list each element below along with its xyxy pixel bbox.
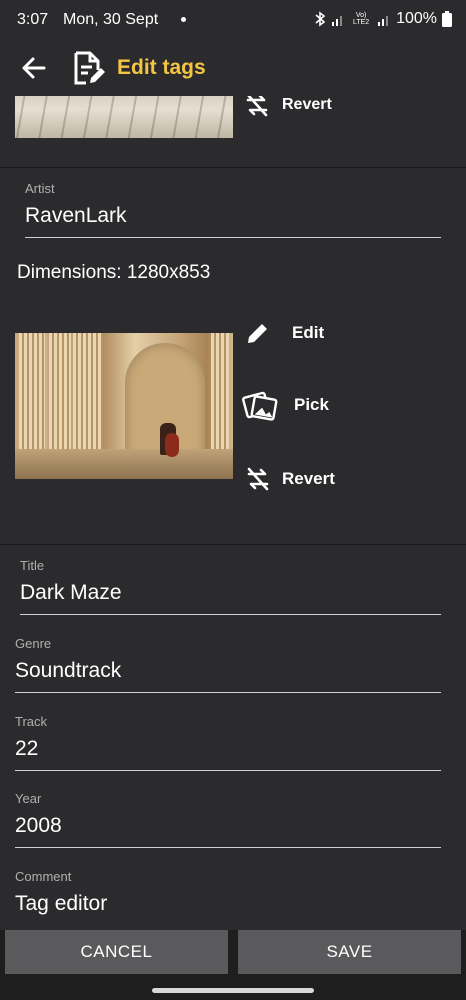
year-field[interactable]: Year 2008 bbox=[15, 791, 441, 838]
title-underline bbox=[20, 614, 441, 615]
comment-input[interactable]: Tag editor bbox=[15, 892, 441, 916]
edit-document-icon bbox=[74, 51, 105, 85]
artist-underline bbox=[25, 237, 441, 238]
year-label: Year bbox=[15, 791, 42, 806]
year-underline bbox=[15, 847, 441, 848]
title-label: Title bbox=[20, 558, 45, 573]
revert-cover-button[interactable]: Revert bbox=[245, 466, 335, 492]
artist-input[interactable]: RavenLark bbox=[25, 204, 441, 228]
back-arrow-icon[interactable] bbox=[20, 54, 48, 82]
image-icon bbox=[242, 391, 278, 421]
track-input[interactable]: 22 bbox=[15, 737, 441, 761]
notification-dot bbox=[181, 17, 186, 22]
revert-icon bbox=[247, 467, 269, 491]
battery-percent: 100% bbox=[396, 10, 437, 27]
dimensions-text: Dimensions: 1280x853 bbox=[17, 262, 211, 283]
edit-cover-label: Edit bbox=[292, 323, 325, 342]
network-label: Vo) LTE2 bbox=[352, 12, 370, 26]
genre-input[interactable]: Soundtrack bbox=[15, 659, 441, 683]
page-title: Edit tags bbox=[117, 56, 206, 79]
comment-label: Comment bbox=[15, 869, 72, 884]
comment-field[interactable]: Comment Tag editor bbox=[15, 869, 441, 916]
genre-label: Genre bbox=[15, 636, 52, 651]
album-cover-image-partial bbox=[15, 96, 233, 138]
app-bar: Edit tags bbox=[0, 40, 466, 96]
track-underline bbox=[15, 770, 441, 771]
title-input[interactable]: Dark Maze bbox=[20, 581, 441, 605]
pencil-icon bbox=[248, 324, 267, 343]
genre-underline bbox=[15, 692, 441, 693]
title-field[interactable]: Title Dark Maze bbox=[20, 558, 441, 605]
artist-field[interactable]: Artist RavenLark bbox=[25, 181, 441, 228]
top-revert-button[interactable]: Revert bbox=[244, 96, 332, 118]
revert-icon bbox=[246, 96, 268, 117]
home-indicator[interactable] bbox=[152, 988, 314, 993]
cancel-button[interactable]: CANCEL bbox=[5, 930, 228, 974]
pick-cover-button[interactable]: Pick bbox=[242, 387, 329, 423]
status-bar: 3:07 Mon, 30 Sept Vo) LTE2 100% bbox=[0, 0, 466, 40]
section-divider bbox=[0, 167, 466, 168]
year-input[interactable]: 2008 bbox=[15, 814, 441, 838]
bottom-action-bar: CANCEL SAVE bbox=[0, 930, 466, 1000]
pick-cover-label: Pick bbox=[294, 395, 329, 414]
battery-icon bbox=[442, 11, 452, 27]
track-field[interactable]: Track 22 bbox=[15, 714, 441, 761]
section-divider bbox=[0, 544, 466, 545]
signal-icon bbox=[332, 16, 343, 26]
artist-label: Artist bbox=[25, 181, 55, 196]
album-cover-image bbox=[15, 333, 233, 479]
save-button[interactable]: SAVE bbox=[238, 930, 461, 974]
bluetooth-icon bbox=[315, 11, 326, 27]
tag-editor-content[interactable]: Revert Artist RavenLark Dimensions: 1280… bbox=[0, 96, 466, 930]
status-icons: Vo) LTE2 100% bbox=[314, 10, 452, 28]
status-date: Mon, 30 Sept bbox=[63, 11, 159, 28]
revert-cover-label: Revert bbox=[282, 469, 335, 488]
edit-cover-button[interactable]: Edit bbox=[245, 320, 324, 346]
signal-icon-2 bbox=[378, 16, 389, 26]
top-revert-label: Revert bbox=[282, 96, 332, 113]
track-label: Track bbox=[15, 714, 48, 729]
status-time: 3:07 bbox=[17, 11, 49, 28]
genre-field[interactable]: Genre Soundtrack bbox=[15, 636, 441, 683]
